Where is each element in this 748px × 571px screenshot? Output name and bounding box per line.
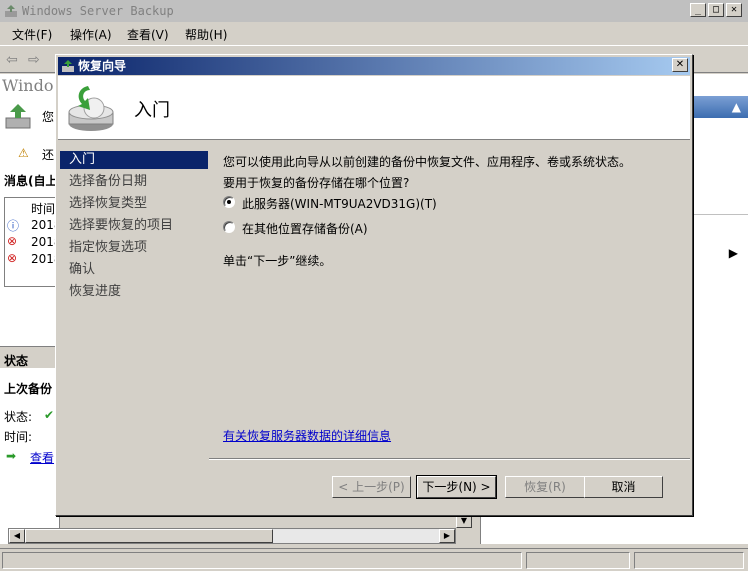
wizard-content: 您可以使用此向导从以前创建的备份中恢复文件、应用程序、卷或系统状态。 要用于恢复…: [209, 141, 690, 444]
submenu-arrow-icon[interactable]: ▶: [729, 246, 738, 260]
success-icon: ✔: [44, 408, 55, 422]
restore-drive-icon: [68, 86, 114, 131]
panel-header: Windo: [0, 74, 59, 98]
wizard-header: 入门: [58, 76, 690, 140]
next-hint-text: 单击“下一步”继续。: [223, 254, 332, 268]
maximize-button[interactable]: □: [708, 3, 724, 17]
minimize-button[interactable]: _: [690, 3, 706, 17]
messages-table: 时间 ⓘ 2018 ⊗ 2018 ⊗ 2018: [4, 197, 59, 287]
status-cell: [2, 552, 522, 569]
recovery-wizard-dialog: 恢复向导 ✕ 入门 入门 选择备份日期 选择恢复类型 选择要恢复的项目 指定恢复…: [55, 54, 693, 516]
intro-text: 您可以使用此向导从以前创建的备份中恢复文件、应用程序、卷或系统状态。: [223, 155, 632, 169]
menu-action[interactable]: 操作(A): [70, 26, 112, 43]
option-other-location-label[interactable]: 在其他位置存储备份(A): [242, 220, 368, 237]
back-arrow-icon[interactable]: ⇦: [6, 52, 24, 68]
step-select-recovery-type: 选择恢复类型: [69, 196, 148, 211]
recover-button[interactable]: 恢复(R): [505, 476, 585, 498]
question-text: 要用于恢复的备份存储在哪个位置?: [223, 176, 410, 190]
menu-help[interactable]: 帮助(H): [185, 26, 227, 43]
wizard-title-bar: 恢复向导 ✕: [58, 57, 690, 75]
error-icon: ⊗: [7, 251, 18, 265]
time-label: 时间:: [4, 430, 33, 444]
messages-heading: 消息(自上: [4, 174, 58, 188]
scroll-area: ▼ ◀ ▶: [0, 514, 478, 544]
step-getting-started: 入门: [60, 151, 208, 169]
radio-this-server[interactable]: [223, 196, 235, 208]
backup-app-icon: [5, 5, 17, 17]
cancel-button[interactable]: 取消: [584, 476, 663, 498]
wizard-steps: 入门 选择备份日期 选择恢复类型 选择要恢复的项目 指定恢复选项 确认 恢复进度: [58, 141, 208, 513]
wizard-close-button[interactable]: ✕: [672, 58, 688, 72]
warning-icon: ⚠: [18, 146, 29, 160]
collapse-icon[interactable]: ▲: [732, 100, 741, 114]
option-this-server-label[interactable]: 此服务器(WIN-MT9UA2VD31G)(T): [242, 195, 437, 212]
scroll-thumb[interactable]: [25, 529, 273, 543]
status-bar: [0, 548, 748, 571]
horizontal-scrollbar[interactable]: ◀ ▶: [8, 528, 456, 544]
step-confirm: 确认: [69, 262, 96, 277]
close-button[interactable]: ✕: [726, 3, 742, 17]
step-select-items: 选择要恢复的项目: [69, 218, 174, 233]
status-label: 状态:: [4, 410, 33, 424]
footer-separator: [209, 458, 690, 460]
step-recovery-progress: 恢复进度: [69, 284, 122, 299]
status-cell: [634, 552, 744, 569]
error-icon: ⊗: [7, 234, 18, 248]
warning-text: 还: [42, 148, 55, 162]
backup-icon: [5, 104, 31, 129]
left-panel: Windo 您 ⚠ 还 消息(自上 时间 ⓘ 2018 ⊗ 2018 ⊗ 201…: [0, 74, 60, 544]
main-title-bar: Windows Server Backup _ □ ✕: [0, 0, 748, 22]
step-select-backup-date: 选择备份日期: [69, 174, 148, 189]
previous-button[interactable]: < 上一步(P): [332, 476, 411, 498]
status-heading: 状态: [4, 354, 29, 368]
wizard-title: 恢复向导: [78, 59, 127, 73]
welcome-text: 您: [42, 110, 55, 124]
col-time[interactable]: 时间: [31, 200, 55, 217]
step-recovery-options: 指定恢复选项: [69, 240, 148, 255]
last-backup-heading: 上次备份: [4, 382, 53, 396]
view-arrow-icon: ➡: [6, 449, 17, 463]
scroll-left-button[interactable]: ◀: [9, 529, 25, 543]
wizard-page-title: 入门: [134, 100, 170, 121]
radio-other-location[interactable]: [223, 221, 235, 233]
menu-view[interactable]: 查看(V): [127, 26, 169, 43]
info-icon: ⓘ: [7, 219, 20, 233]
status-cell: [526, 552, 630, 569]
scroll-down-button[interactable]: ▼: [456, 514, 472, 528]
menu-file[interactable]: 文件(F): [12, 26, 52, 43]
scroll-right-button[interactable]: ▶: [439, 529, 455, 543]
view-link[interactable]: 查看: [30, 449, 54, 466]
info-link[interactable]: 有关恢复服务器数据的详细信息: [223, 427, 391, 444]
next-button[interactable]: 下一步(N) >: [416, 475, 497, 499]
forward-arrow-icon[interactable]: ⇨: [28, 52, 46, 68]
wizard-icon: [62, 60, 74, 72]
menu-bar: 文件(F) 操作(A) 查看(V) 帮助(H): [0, 22, 748, 46]
app-title: Windows Server Backup: [22, 4, 174, 18]
